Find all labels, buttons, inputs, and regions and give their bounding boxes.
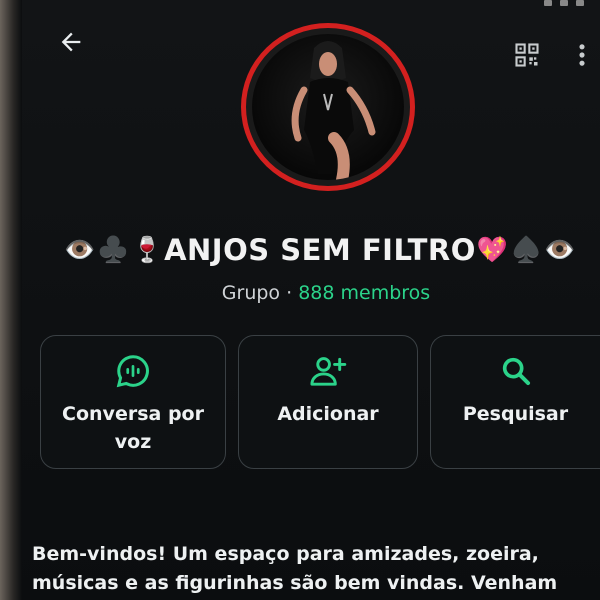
spade-suit-icon: ♠️: [510, 235, 543, 264]
group-description: Bem-vindos! Um espaço para amizades, zoe…: [32, 543, 558, 594]
group-avatar[interactable]: [241, 23, 415, 191]
group-type-label: Grupo: [221, 282, 281, 304]
sparkling-heart-icon: 💖: [476, 235, 509, 264]
arrow-left-icon: [61, 32, 81, 52]
eye-emoji-icon: 👁️: [544, 235, 576, 264]
club-suit-icon: ♣️: [97, 235, 130, 264]
eye-emoji-icon: 👁️: [64, 235, 96, 264]
add-member-button[interactable]: Adicionar: [238, 335, 418, 469]
voice-chat-label: Conversa por voz: [62, 403, 204, 453]
qr-code-icon: [515, 43, 539, 67]
add-member-label: Adicionar: [277, 403, 379, 425]
voice-chat-button[interactable]: Conversa por voz: [40, 335, 226, 469]
wine-glass-icon: 🍷: [131, 235, 164, 264]
group-name: 👁️ ♣️ 🍷 ANJOS SEM FILTRO 💖 ♠️ 👁️: [40, 224, 600, 276]
back-button[interactable]: [54, 26, 88, 58]
add-person-icon: [310, 357, 347, 386]
separator-dot: ·: [286, 282, 293, 304]
more-options-button[interactable]: [570, 38, 594, 72]
search-icon: [502, 357, 530, 386]
members-count-link[interactable]: 888 membros: [298, 282, 430, 304]
group-subtitle: Grupo · 888 membros: [0, 282, 600, 304]
avatar-figure-image: [291, 41, 376, 180]
search-label: Pesquisar: [462, 403, 569, 425]
group-name-text: ANJOS SEM FILTRO: [164, 233, 476, 267]
search-button[interactable]: Pesquisar: [430, 335, 600, 469]
avatar-photo: [252, 34, 404, 180]
group-info-screen: 👁️ ♣️ 🍷 ANJOS SEM FILTRO 💖 ♠️ 👁️ Grupo ·…: [0, 0, 600, 600]
qr-code-button[interactable]: [510, 38, 544, 72]
more-vert-icon: [579, 44, 585, 66]
voice-chat-icon: [116, 355, 149, 388]
